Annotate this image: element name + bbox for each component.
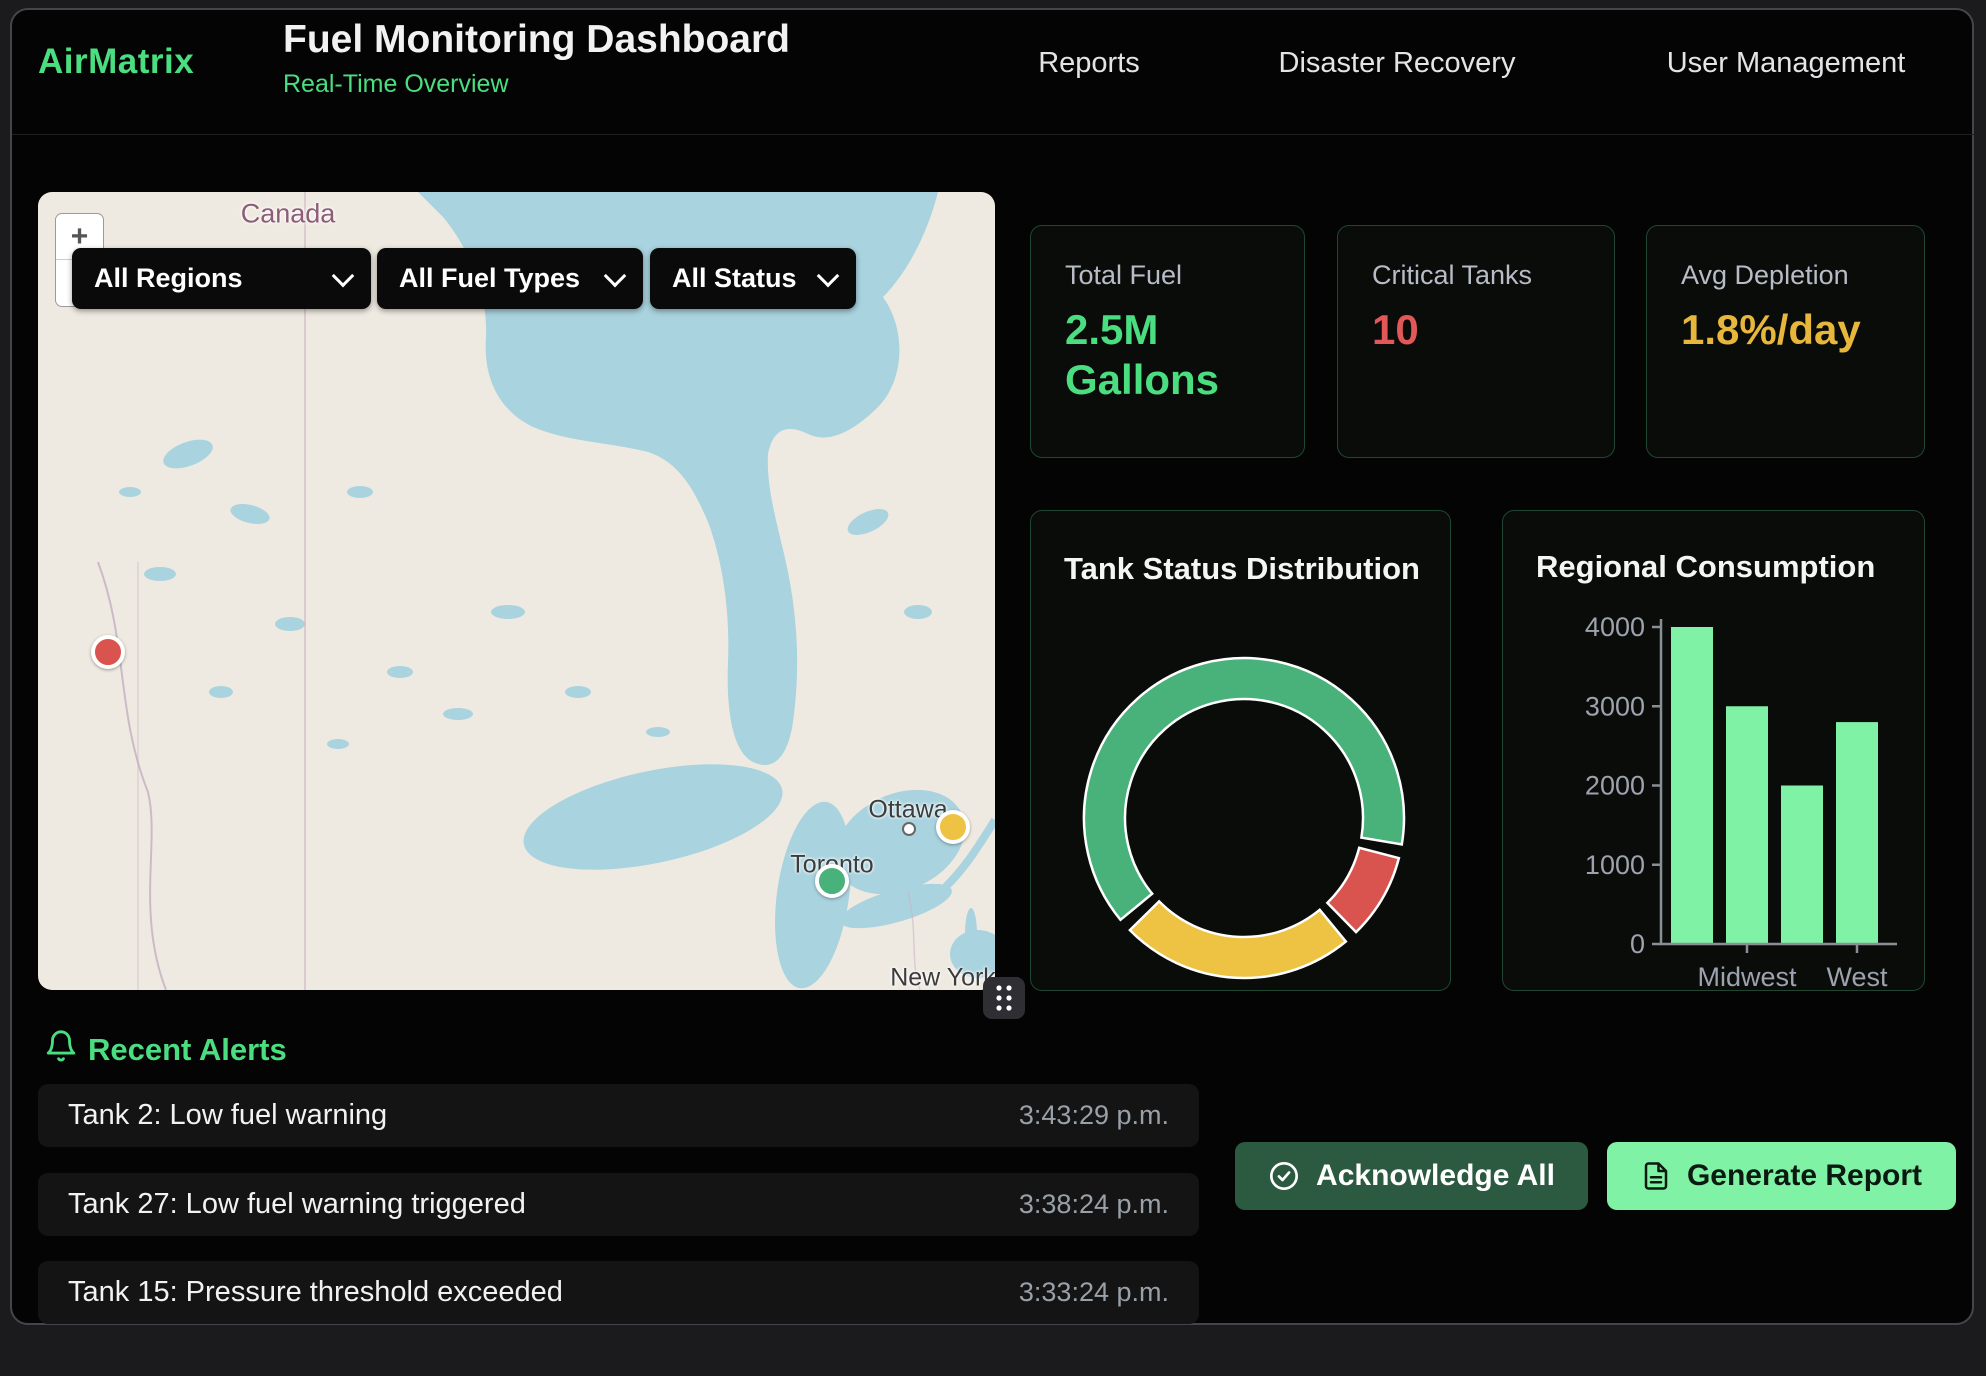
stat-card-total-fuel: Total Fuel 2.5M Gallons bbox=[1030, 225, 1305, 458]
alert-message: Tank 2: Low fuel warning bbox=[68, 1099, 387, 1132]
x-tick-label: West bbox=[1826, 962, 1888, 992]
region-filter-dropdown[interactable]: All Regions bbox=[72, 248, 371, 309]
alert-message: Tank 27: Low fuel warning triggered bbox=[68, 1188, 526, 1221]
bar-region-2 bbox=[1781, 786, 1823, 945]
tank-status-card: Tank Status Distribution bbox=[1030, 510, 1451, 991]
page-header: Fuel Monitoring Dashboard Real-Time Over… bbox=[283, 18, 790, 99]
bell-icon bbox=[44, 1028, 78, 1064]
status-filter-dropdown[interactable]: All Status bbox=[650, 248, 856, 309]
y-tick-label: 4000 bbox=[1585, 612, 1645, 642]
alert-time: 3:38:24 p.m. bbox=[1019, 1189, 1169, 1220]
dashboard-root: AirMatrix Fuel Monitoring Dashboard Real… bbox=[0, 0, 1986, 1376]
tank-marker-normal[interactable] bbox=[815, 864, 849, 898]
acknowledge-all-button[interactable]: Acknowledge All bbox=[1235, 1142, 1588, 1210]
chevron-down-icon bbox=[332, 264, 355, 287]
bar-region-3 bbox=[1836, 722, 1878, 944]
regional-consumption-bar-chart: 0 1000 2000 3000 4000 Midwest West bbox=[1503, 511, 1926, 992]
map-label-canada: Canada bbox=[241, 199, 336, 230]
generate-report-button[interactable]: Generate Report bbox=[1607, 1142, 1956, 1210]
donut-slice-warning bbox=[1130, 901, 1346, 978]
region-filter-value: All Regions bbox=[94, 263, 243, 294]
check-circle-icon bbox=[1268, 1160, 1300, 1192]
alert-time: 3:33:24 p.m. bbox=[1019, 1277, 1169, 1308]
map-resize-handle[interactable] bbox=[983, 977, 1025, 1019]
chevron-down-icon bbox=[604, 264, 627, 287]
stat-label: Critical Tanks bbox=[1372, 260, 1580, 291]
ottawa-town-icon bbox=[902, 822, 916, 836]
stat-value: 1.8%/day bbox=[1681, 305, 1890, 355]
recent-alerts-title: Recent Alerts bbox=[88, 1032, 287, 1068]
tank-marker-critical[interactable] bbox=[91, 635, 125, 669]
drag-dots-icon bbox=[993, 983, 1015, 1013]
y-tick-label: 3000 bbox=[1585, 691, 1645, 721]
nav-reports[interactable]: Reports bbox=[1038, 47, 1140, 80]
fuel-type-filter-dropdown[interactable]: All Fuel Types bbox=[377, 248, 643, 309]
x-tick-label: Midwest bbox=[1697, 962, 1797, 992]
alert-row[interactable]: Tank 27: Low fuel warning triggered 3:38… bbox=[38, 1173, 1199, 1236]
alert-row[interactable]: Tank 15: Pressure threshold exceeded 3:3… bbox=[38, 1261, 1199, 1324]
acknowledge-all-label: Acknowledge All bbox=[1316, 1159, 1555, 1193]
stat-value: 10 bbox=[1372, 305, 1580, 355]
tank-marker-warning[interactable] bbox=[936, 810, 970, 844]
stat-label: Total Fuel bbox=[1065, 260, 1270, 291]
map-label-ottawa: Ottawa bbox=[868, 796, 947, 825]
generate-report-label: Generate Report bbox=[1687, 1159, 1922, 1193]
fuel-type-filter-value: All Fuel Types bbox=[399, 263, 580, 294]
donut-slice-critical bbox=[1327, 848, 1399, 932]
page-title: Fuel Monitoring Dashboard bbox=[283, 18, 790, 62]
status-filter-value: All Status bbox=[672, 263, 797, 294]
regional-consumption-card: Regional Consumption 01000200030004000Mi… bbox=[1502, 510, 1925, 991]
alert-time: 3:43:29 p.m. bbox=[1019, 1100, 1169, 1131]
y-tick-label: 2000 bbox=[1585, 771, 1645, 801]
page-subtitle: Real-Time Overview bbox=[283, 70, 790, 99]
nav-disaster-recovery[interactable]: Disaster Recovery bbox=[1279, 47, 1516, 80]
y-tick-label: 0 bbox=[1630, 929, 1645, 959]
app-logo: AirMatrix bbox=[38, 42, 194, 82]
bar-region-1 bbox=[1726, 706, 1768, 944]
report-document-icon bbox=[1641, 1160, 1671, 1192]
nav-user-management[interactable]: User Management bbox=[1667, 47, 1906, 80]
map-canvas[interactable]: Canada Ottawa Toronto New York + − All R… bbox=[38, 192, 995, 990]
alert-row[interactable]: Tank 2: Low fuel warning 3:43:29 p.m. bbox=[38, 1084, 1199, 1147]
tank-status-donut-chart bbox=[1031, 511, 1452, 992]
stat-label: Avg Depletion bbox=[1681, 260, 1890, 291]
stat-card-critical-tanks: Critical Tanks 10 bbox=[1337, 225, 1615, 458]
stat-card-avg-depletion: Avg Depletion 1.8%/day bbox=[1646, 225, 1925, 458]
alert-message: Tank 15: Pressure threshold exceeded bbox=[68, 1276, 563, 1309]
chevron-down-icon bbox=[817, 264, 840, 287]
stat-value: 2.5M Gallons bbox=[1065, 305, 1270, 405]
y-tick-label: 1000 bbox=[1585, 850, 1645, 880]
bar-region-0 bbox=[1671, 627, 1713, 944]
map-label-new-york: New York bbox=[890, 964, 995, 991]
header-divider bbox=[12, 134, 1974, 135]
